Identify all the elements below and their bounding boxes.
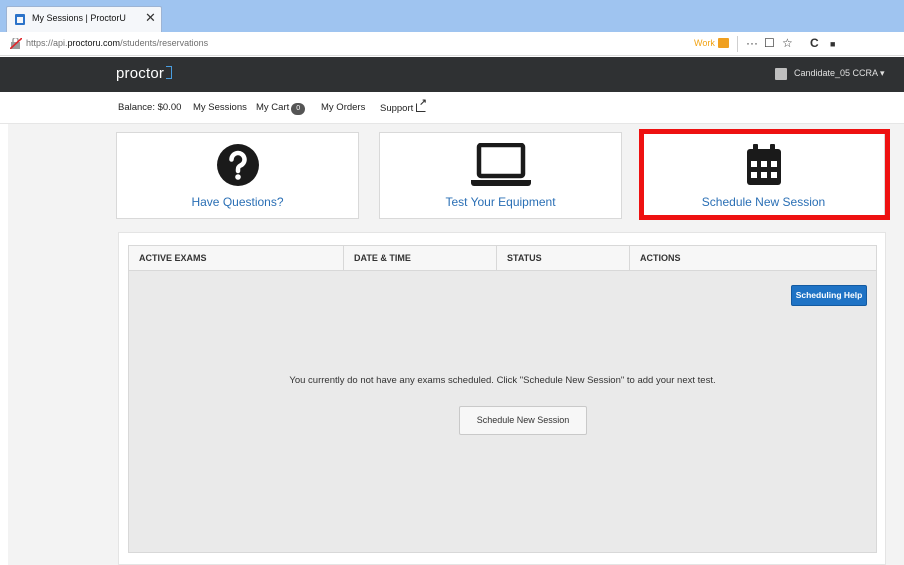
scheduling-help-button[interactable]: Scheduling Help (791, 285, 867, 306)
toolbar-divider (737, 36, 738, 52)
laptop-icon (470, 143, 531, 186)
browser-tab[interactable]: My Sessions | ProctorU ✕ (6, 6, 162, 32)
proctoru-logo[interactable]: proctor (116, 65, 164, 82)
column-date-time: DATE & TIME (344, 246, 497, 271)
proctoru-favicon-icon (15, 14, 25, 25)
column-active-exams: ACTIVE EXAMS (129, 246, 344, 271)
active-exams-panel: ACTIVE EXAMS DATE & TIME STATUS ACTIONS … (118, 232, 886, 565)
address-bar[interactable]: https://api.proctoru.com/students/reserv… (0, 32, 904, 56)
more-actions-icon[interactable]: ··· (746, 36, 758, 50)
bookmark-star-icon[interactable]: ☆ (782, 36, 793, 50)
test-equipment-card[interactable]: Test Your Equipment (379, 132, 622, 219)
table-header-row: ACTIVE EXAMS DATE & TIME STATUS ACTIONS (129, 246, 876, 271)
have-questions-label: Have Questions? (191, 195, 284, 209)
user-menu-dropdown[interactable]: Candidate_05 CCRA ▾ (794, 68, 885, 79)
test-equipment-label: Test Your Equipment (445, 195, 556, 209)
external-link-icon (416, 97, 427, 112)
column-status: STATUS (497, 246, 630, 271)
support-label: Support (380, 103, 414, 114)
logo-mark-icon (166, 66, 172, 79)
reload-icon[interactable]: C (810, 36, 819, 50)
user-avatar-icon[interactable] (775, 68, 787, 80)
active-exams-table: ACTIVE EXAMS DATE & TIME STATUS ACTIONS … (128, 245, 877, 553)
url-text[interactable]: https://api.proctoru.com/students/reserv… (26, 38, 208, 48)
insecure-lock-icon[interactable] (10, 38, 22, 49)
my-cart-label: My Cart (256, 102, 290, 113)
top-navigation-bar: proctor Candidate_05 CCRA ▾ (0, 57, 904, 92)
briefcase-icon (718, 38, 729, 48)
empty-exams-message: You currently do not have any exams sche… (289, 375, 716, 386)
support-link[interactable]: Support (380, 97, 427, 114)
my-sessions-link[interactable]: My Sessions (193, 102, 247, 113)
close-tab-icon[interactable]: ✕ (145, 10, 156, 26)
balance-link[interactable]: Balance: $0.00 (118, 102, 181, 113)
cart-count-badge: 0 (291, 103, 306, 115)
column-actions: ACTIONS (640, 253, 681, 263)
tab-title: My Sessions | ProctorU (32, 13, 126, 23)
have-questions-card[interactable]: Have Questions? (116, 132, 359, 219)
sub-navigation: Balance: $0.00 My Sessions My Cart 0 My O… (0, 92, 904, 124)
my-orders-link[interactable]: My Orders (321, 102, 365, 113)
browser-tab-strip: My Sessions | ProctorU ✕ (0, 0, 904, 32)
container-label[interactable]: Work (694, 38, 715, 48)
pocket-icon[interactable]: ☐ (764, 36, 775, 50)
highlight-box (639, 129, 890, 220)
my-cart-link[interactable]: My Cart 0 (256, 102, 306, 115)
extension-icon[interactable]: ■ (830, 39, 835, 49)
schedule-new-session-button[interactable]: Schedule New Session (459, 406, 587, 435)
question-circle-icon (216, 144, 259, 186)
